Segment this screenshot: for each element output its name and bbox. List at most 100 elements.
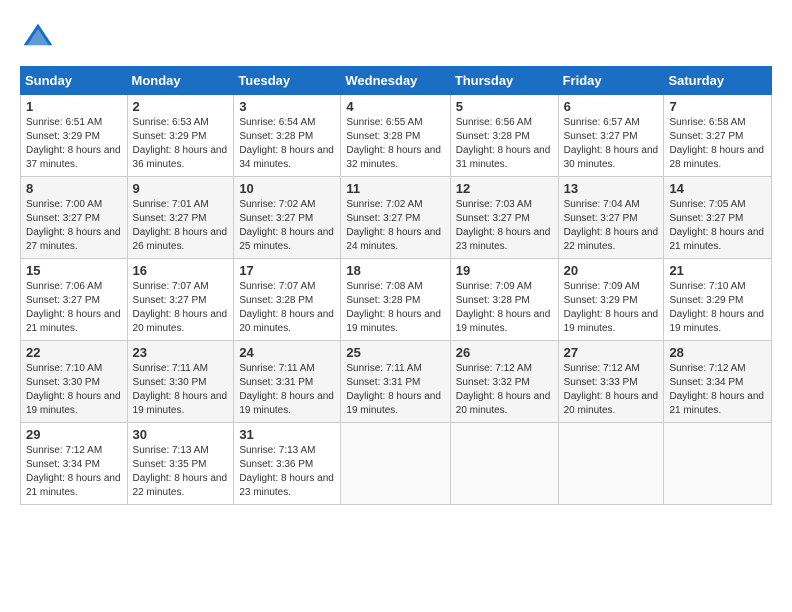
sunrise-label: Sunrise: 7:11 AM	[239, 363, 314, 374]
day-info: Sunrise: 7:08 AM Sunset: 3:28 PM Dayligh…	[346, 280, 444, 336]
day-info: Sunrise: 7:11 AM Sunset: 3:31 PM Dayligh…	[239, 362, 335, 418]
daylight-label: Daylight: 8 hours and 23 minutes.	[456, 227, 551, 252]
calendar-header-monday: Monday	[127, 67, 234, 95]
sunset-label: Sunset: 3:27 PM	[346, 213, 420, 224]
calendar-header-tuesday: Tuesday	[234, 67, 341, 95]
calendar-header-wednesday: Wednesday	[341, 67, 450, 95]
day-number: 22	[26, 345, 122, 360]
daylight-label: Daylight: 8 hours and 37 minutes.	[26, 145, 121, 170]
day-info: Sunrise: 6:58 AM Sunset: 3:27 PM Dayligh…	[669, 116, 766, 172]
daylight-label: Daylight: 8 hours and 21 minutes.	[669, 227, 764, 252]
daylight-label: Daylight: 8 hours and 21 minutes.	[669, 391, 764, 416]
day-info: Sunrise: 7:10 AM Sunset: 3:30 PM Dayligh…	[26, 362, 122, 418]
sunset-label: Sunset: 3:29 PM	[133, 131, 207, 142]
calendar-cell: 15 Sunrise: 7:06 AM Sunset: 3:27 PM Dayl…	[21, 259, 128, 341]
sunrise-label: Sunrise: 6:57 AM	[564, 117, 640, 128]
day-number: 15	[26, 263, 122, 278]
calendar-header-sunday: Sunday	[21, 67, 128, 95]
sunset-label: Sunset: 3:27 PM	[133, 213, 207, 224]
sunrise-label: Sunrise: 7:04 AM	[564, 199, 640, 210]
sunset-label: Sunset: 3:31 PM	[346, 377, 420, 388]
calendar-cell: 7 Sunrise: 6:58 AM Sunset: 3:27 PM Dayli…	[664, 95, 772, 177]
day-number: 4	[346, 99, 444, 114]
day-number: 24	[239, 345, 335, 360]
sunset-label: Sunset: 3:28 PM	[239, 131, 313, 142]
daylight-label: Daylight: 8 hours and 31 minutes.	[456, 145, 551, 170]
sunset-label: Sunset: 3:36 PM	[239, 459, 313, 470]
daylight-label: Daylight: 8 hours and 19 minutes.	[346, 391, 441, 416]
calendar-cell: 2 Sunrise: 6:53 AM Sunset: 3:29 PM Dayli…	[127, 95, 234, 177]
day-info: Sunrise: 7:07 AM Sunset: 3:27 PM Dayligh…	[133, 280, 229, 336]
day-info: Sunrise: 7:01 AM Sunset: 3:27 PM Dayligh…	[133, 198, 229, 254]
day-number: 11	[346, 181, 444, 196]
daylight-label: Daylight: 8 hours and 25 minutes.	[239, 227, 334, 252]
daylight-label: Daylight: 8 hours and 20 minutes.	[239, 309, 334, 334]
calendar-body: 1 Sunrise: 6:51 AM Sunset: 3:29 PM Dayli…	[21, 95, 772, 505]
logo-icon	[20, 20, 56, 56]
calendar-cell: 29 Sunrise: 7:12 AM Sunset: 3:34 PM Dayl…	[21, 423, 128, 505]
day-number: 26	[456, 345, 553, 360]
day-info: Sunrise: 7:02 AM Sunset: 3:27 PM Dayligh…	[346, 198, 444, 254]
day-info: Sunrise: 7:11 AM Sunset: 3:31 PM Dayligh…	[346, 362, 444, 418]
calendar-cell: 4 Sunrise: 6:55 AM Sunset: 3:28 PM Dayli…	[341, 95, 450, 177]
day-number: 21	[669, 263, 766, 278]
sunset-label: Sunset: 3:34 PM	[26, 459, 100, 470]
sunrise-label: Sunrise: 7:09 AM	[564, 281, 640, 292]
sunset-label: Sunset: 3:27 PM	[133, 295, 207, 306]
calendar-cell	[664, 423, 772, 505]
day-info: Sunrise: 7:05 AM Sunset: 3:27 PM Dayligh…	[669, 198, 766, 254]
sunset-label: Sunset: 3:27 PM	[669, 213, 743, 224]
day-number: 2	[133, 99, 229, 114]
sunrise-label: Sunrise: 7:07 AM	[133, 281, 209, 292]
calendar-table: SundayMondayTuesdayWednesdayThursdayFrid…	[20, 66, 772, 505]
sunset-label: Sunset: 3:29 PM	[26, 131, 100, 142]
day-info: Sunrise: 7:12 AM Sunset: 3:33 PM Dayligh…	[564, 362, 659, 418]
day-number: 28	[669, 345, 766, 360]
sunrise-label: Sunrise: 7:05 AM	[669, 199, 745, 210]
sunrise-label: Sunrise: 7:08 AM	[346, 281, 422, 292]
calendar-cell: 10 Sunrise: 7:02 AM Sunset: 3:27 PM Dayl…	[234, 177, 341, 259]
sunset-label: Sunset: 3:35 PM	[133, 459, 207, 470]
sunrise-label: Sunrise: 7:11 AM	[346, 363, 421, 374]
day-info: Sunrise: 7:10 AM Sunset: 3:29 PM Dayligh…	[669, 280, 766, 336]
daylight-label: Daylight: 8 hours and 20 minutes.	[133, 309, 228, 334]
day-number: 29	[26, 427, 122, 442]
calendar-cell: 30 Sunrise: 7:13 AM Sunset: 3:35 PM Dayl…	[127, 423, 234, 505]
calendar-cell: 25 Sunrise: 7:11 AM Sunset: 3:31 PM Dayl…	[341, 341, 450, 423]
sunset-label: Sunset: 3:30 PM	[26, 377, 100, 388]
day-number: 18	[346, 263, 444, 278]
sunrise-label: Sunrise: 7:10 AM	[26, 363, 102, 374]
daylight-label: Daylight: 8 hours and 23 minutes.	[239, 473, 334, 498]
sunset-label: Sunset: 3:27 PM	[564, 131, 638, 142]
sunrise-label: Sunrise: 7:02 AM	[346, 199, 422, 210]
sunrise-label: Sunrise: 7:00 AM	[26, 199, 102, 210]
day-number: 12	[456, 181, 553, 196]
sunrise-label: Sunrise: 7:01 AM	[133, 199, 209, 210]
day-number: 3	[239, 99, 335, 114]
day-info: Sunrise: 7:12 AM Sunset: 3:32 PM Dayligh…	[456, 362, 553, 418]
calendar-header-saturday: Saturday	[664, 67, 772, 95]
day-info: Sunrise: 7:12 AM Sunset: 3:34 PM Dayligh…	[26, 444, 122, 500]
day-number: 6	[564, 99, 659, 114]
calendar-cell: 23 Sunrise: 7:11 AM Sunset: 3:30 PM Dayl…	[127, 341, 234, 423]
daylight-label: Daylight: 8 hours and 19 minutes.	[133, 391, 228, 416]
sunset-label: Sunset: 3:28 PM	[239, 295, 313, 306]
sunset-label: Sunset: 3:27 PM	[26, 295, 100, 306]
day-info: Sunrise: 7:07 AM Sunset: 3:28 PM Dayligh…	[239, 280, 335, 336]
calendar-cell: 20 Sunrise: 7:09 AM Sunset: 3:29 PM Dayl…	[558, 259, 664, 341]
calendar-cell: 12 Sunrise: 7:03 AM Sunset: 3:27 PM Dayl…	[450, 177, 558, 259]
day-info: Sunrise: 6:53 AM Sunset: 3:29 PM Dayligh…	[133, 116, 229, 172]
day-number: 27	[564, 345, 659, 360]
sunset-label: Sunset: 3:33 PM	[564, 377, 638, 388]
calendar-week-row: 15 Sunrise: 7:06 AM Sunset: 3:27 PM Dayl…	[21, 259, 772, 341]
day-number: 1	[26, 99, 122, 114]
daylight-label: Daylight: 8 hours and 19 minutes.	[239, 391, 334, 416]
calendar-cell: 5 Sunrise: 6:56 AM Sunset: 3:28 PM Dayli…	[450, 95, 558, 177]
sunrise-label: Sunrise: 7:13 AM	[133, 445, 209, 456]
daylight-label: Daylight: 8 hours and 26 minutes.	[133, 227, 228, 252]
sunrise-label: Sunrise: 7:12 AM	[26, 445, 102, 456]
daylight-label: Daylight: 8 hours and 32 minutes.	[346, 145, 441, 170]
day-info: Sunrise: 7:00 AM Sunset: 3:27 PM Dayligh…	[26, 198, 122, 254]
daylight-label: Daylight: 8 hours and 20 minutes.	[564, 391, 659, 416]
sunset-label: Sunset: 3:27 PM	[239, 213, 313, 224]
